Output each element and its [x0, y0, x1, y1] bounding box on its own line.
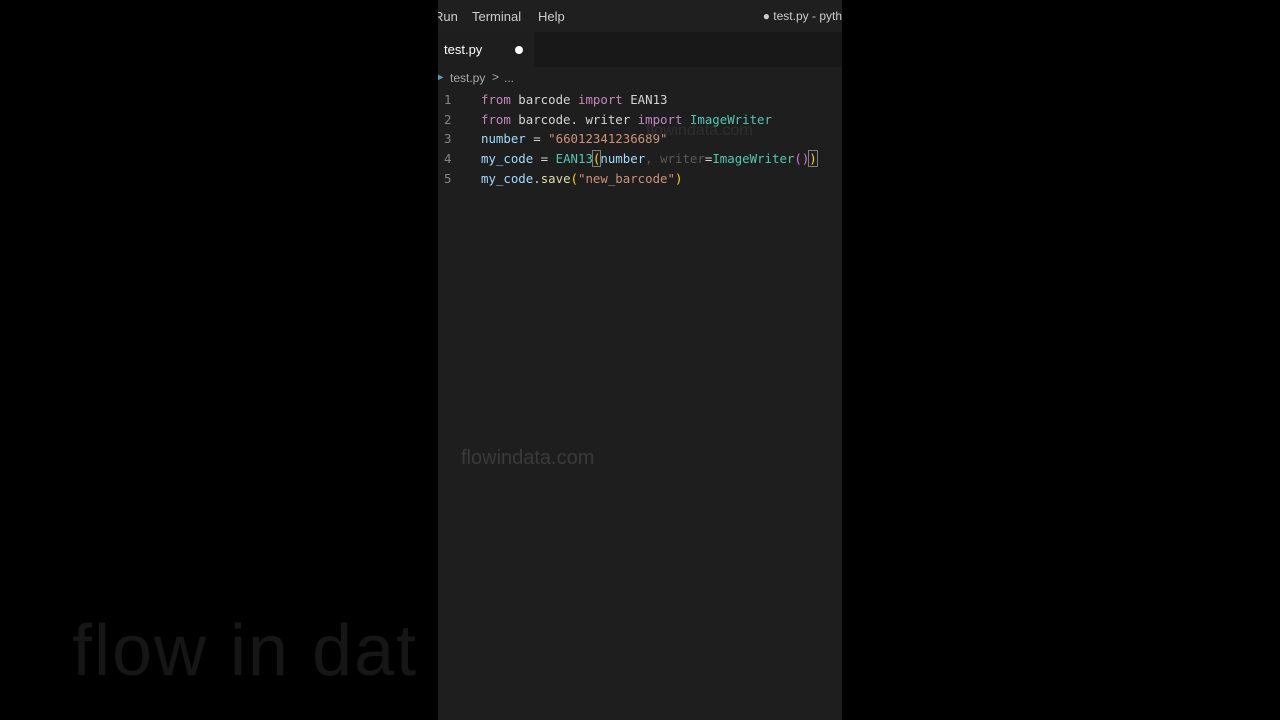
code-watermark: flowindata.com: [646, 122, 753, 139]
line-number: 4: [444, 151, 452, 167]
code-editor[interactable]: 1 from barcode import EAN13 2 from barco…: [438, 90, 842, 188]
code-line-4[interactable]: 4 my_code = EAN13(number, writer=ImageWr…: [438, 149, 842, 169]
keyword-argument: writer: [660, 151, 705, 167]
class-name: EAN13: [555, 151, 593, 167]
left-letterbox: flow in dat: [0, 0, 438, 720]
code-line-5[interactable]: 5 my_code.save("new_barcode"): [438, 169, 842, 189]
method-name: save: [540, 170, 571, 186]
breadcrumb-file[interactable]: test.py: [450, 71, 485, 85]
comma: ,: [645, 151, 661, 167]
class-name-2: ImageWriter: [712, 151, 795, 167]
line-number: 2: [444, 111, 452, 127]
close-paren: ): [674, 170, 683, 186]
line-number: 3: [444, 131, 452, 147]
menu-run[interactable]: Run: [438, 9, 458, 24]
right-letterbox: [842, 0, 1280, 720]
operator: =: [533, 151, 556, 167]
code-text: my_code.save("new_barcode"): [481, 171, 682, 186]
editor-window: Run Terminal Help ● test.py - pyth test.…: [438, 0, 842, 720]
code-text: number = "66012341236689": [481, 131, 668, 146]
python-file-icon: ▶: [438, 72, 444, 83]
breadcrumb-more[interactable]: ...: [504, 71, 514, 85]
tab-label: test.py: [444, 42, 483, 57]
tab-test-py[interactable]: test.py: [438, 32, 534, 67]
chevron-right-icon: >: [492, 70, 500, 84]
line-number: 5: [444, 170, 452, 186]
background-watermark: flow in dat: [72, 611, 419, 691]
unsaved-dot-icon[interactable]: [515, 46, 523, 54]
keyword-import: import: [577, 92, 623, 107]
argument: number: [600, 151, 646, 167]
variable-name: my_code: [481, 170, 534, 186]
window-title: ● test.py - pyth: [762, 9, 842, 23]
close-paren: ): [808, 150, 818, 168]
imported-name: EAN13: [622, 92, 668, 107]
open-paren: (: [570, 170, 578, 186]
tab-bar: test.py: [438, 32, 842, 67]
code-line-1[interactable]: 1 from barcode import EAN13: [438, 90, 842, 110]
dot: .: [533, 170, 541, 186]
keyword-from: from: [481, 92, 511, 107]
module-name: barcode. writer: [510, 111, 638, 127]
variable-name: my_code: [481, 151, 534, 167]
menu-terminal[interactable]: Terminal: [472, 9, 521, 24]
variable-name: number: [481, 131, 526, 147]
keyword-from: from: [481, 111, 511, 127]
menu-help[interactable]: Help: [538, 9, 565, 24]
site-watermark: flowindata.com: [461, 447, 595, 469]
operator: =: [525, 131, 549, 147]
menu-bar: Run Terminal Help ● test.py - pyth: [438, 0, 842, 32]
module-name: barcode: [510, 92, 578, 107]
call-parens: (): [794, 151, 810, 167]
code-line-3[interactable]: 3 number = "66012341236689": [438, 129, 842, 149]
code-line-2[interactable]: 2 from barcode. writer import ImageWrite…: [438, 110, 842, 130]
code-text: my_code = EAN13(number, writer=ImageWrit…: [481, 150, 818, 168]
string-literal: "new_barcode": [578, 170, 675, 186]
code-text: from barcode import EAN13: [481, 92, 668, 107]
line-number: 1: [444, 92, 452, 107]
